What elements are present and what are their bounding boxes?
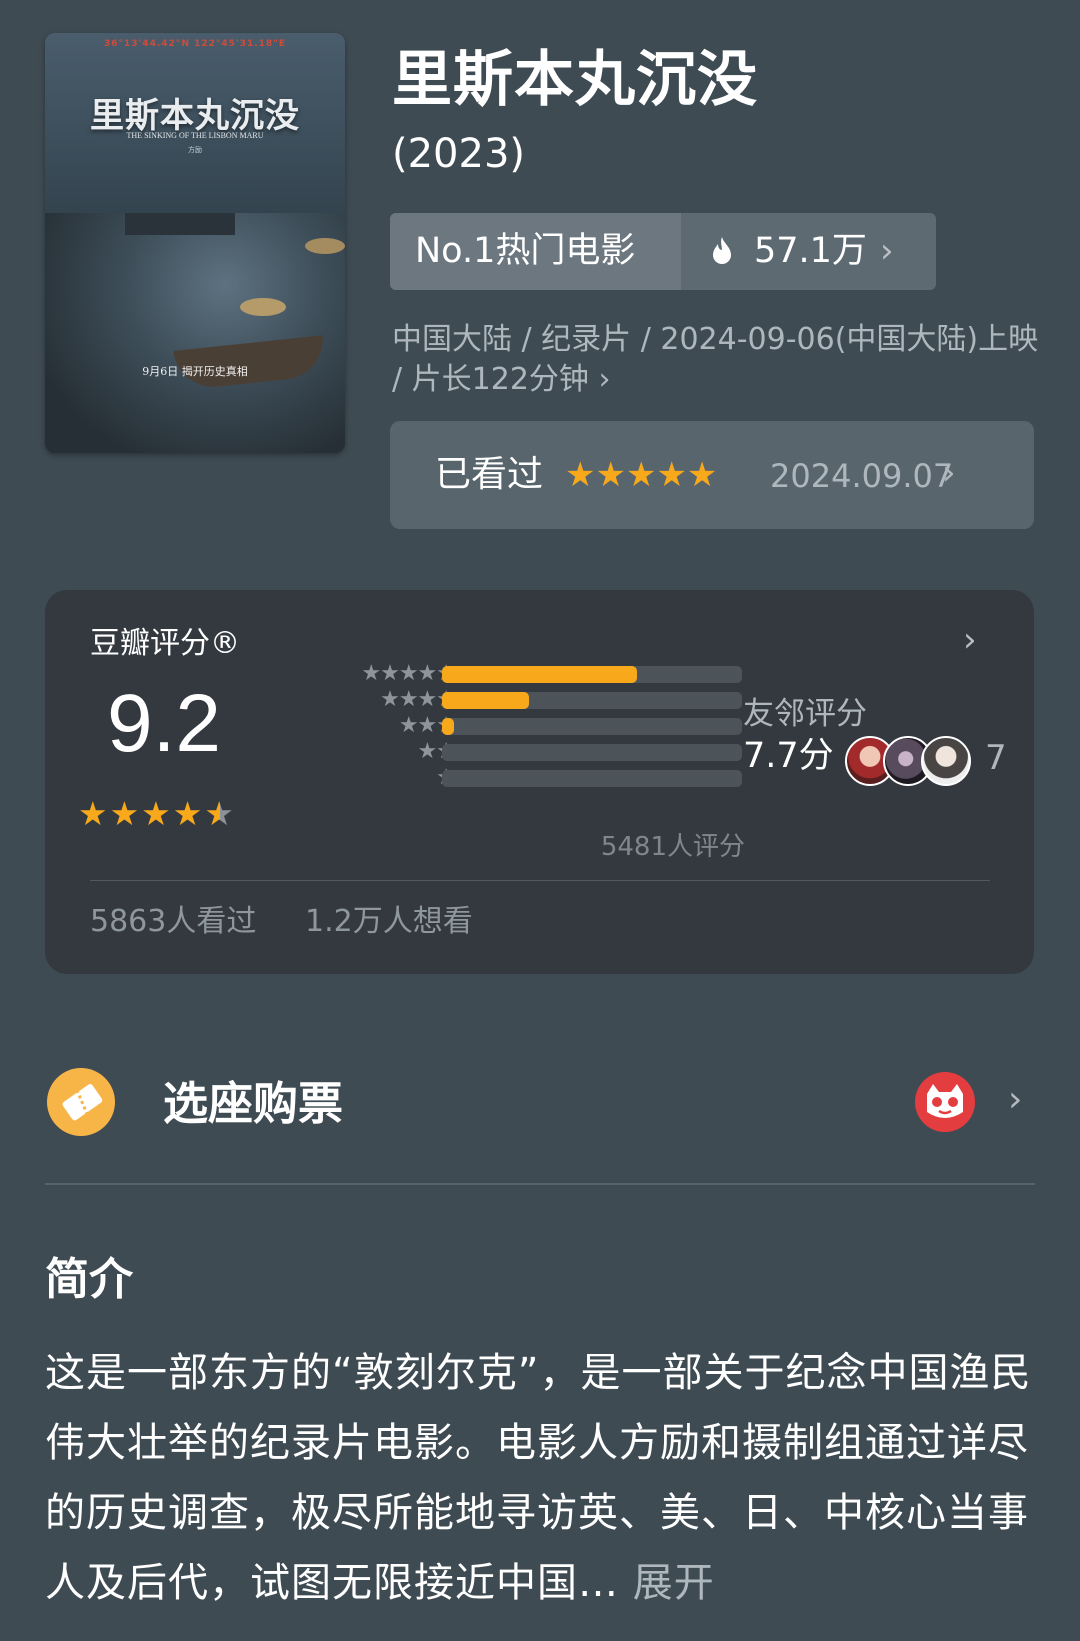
watched-label: 已看过 bbox=[435, 454, 544, 495]
douban-rating-card[interactable]: 豆瓣评分® › 9.2 ★★★★★ ★★★★★★★★★★★★★★★ 5481人评… bbox=[45, 590, 1034, 974]
chevron-right-icon: › bbox=[880, 231, 894, 271]
poster-director: 方励 bbox=[188, 146, 202, 154]
rating-bar-track bbox=[442, 744, 742, 761]
want-count[interactable]: 1.2万人想看 bbox=[305, 892, 473, 952]
intro-title: 简介 bbox=[45, 1254, 133, 1305]
poster-title: 里斯本丸沉没 bbox=[90, 96, 300, 136]
movie-year: (2023) bbox=[392, 131, 526, 177]
seen-count[interactable]: 5863人看过 bbox=[90, 892, 256, 952]
rating-bar-row: ★ bbox=[255, 766, 755, 790]
friend-rating-count: 7 bbox=[985, 738, 1007, 778]
rating-bar-track bbox=[442, 692, 742, 709]
expand-link[interactable]: 展开 bbox=[619, 1560, 715, 1606]
rating-bar-fill bbox=[442, 718, 454, 735]
movie-title: 里斯本丸沉没 bbox=[392, 45, 758, 115]
movie-poster[interactable]: 36°13'44.42"N 122°45'31.18"E 里斯本丸沉没 THE … bbox=[45, 33, 345, 453]
hot-count: 57.1万 bbox=[754, 231, 867, 271]
hot-ranking-chip[interactable]: No.1热门电影 57.1万 › bbox=[390, 213, 936, 290]
poster-ship bbox=[125, 213, 235, 235]
rating-bar-row: ★★★★★ bbox=[255, 662, 755, 686]
chevron-right-icon: › bbox=[598, 362, 611, 397]
friend-rating-score: 7.7分 bbox=[743, 736, 834, 776]
divider bbox=[90, 880, 990, 881]
rating-bar-row: ★★★★ bbox=[255, 688, 755, 712]
fire-icon bbox=[713, 237, 731, 264]
rating-star-half: ★ bbox=[204, 794, 236, 833]
rating-bar-fill bbox=[442, 692, 529, 709]
watched-status-button[interactable]: 已看过 ★★★★★ 2024.09.07 › bbox=[390, 421, 1034, 529]
poster-coordinates: 36°13'44.42"N 122°45'31.18"E bbox=[104, 39, 286, 49]
avatar bbox=[921, 736, 971, 786]
poster-subtitle: THE SINKING OF THE LISBON MARU bbox=[126, 131, 264, 140]
rating-count: 5481人评分 bbox=[600, 832, 745, 862]
rating-bar-row: ★★★ bbox=[255, 714, 755, 738]
maoyan-cat-icon[interactable] bbox=[915, 1072, 975, 1132]
chevron-right-icon[interactable]: › bbox=[963, 620, 977, 660]
movie-meta-text: 中国大陆 / 纪录片 / 2024-09-06(中国大陆)上映 / 片长122分… bbox=[392, 322, 1039, 397]
poster-figure bbox=[305, 238, 345, 254]
poster-credits bbox=[61, 385, 329, 435]
hot-ranking-label: No.1热门电影 bbox=[415, 231, 636, 271]
poster-figure bbox=[240, 298, 286, 316]
rating-bar-track bbox=[442, 770, 742, 787]
intro-body: 这是一部东方的“敦刻尔克”，是一部关于纪念中国渔民伟大壮举的纪录片电影。电影人方… bbox=[45, 1350, 1032, 1606]
rating-bar-track bbox=[442, 666, 742, 683]
poster-tagline: 9月6日 揭开历史真相 bbox=[142, 365, 248, 378]
rating-bar-fill bbox=[442, 666, 637, 683]
intro-text: 这是一部东方的“敦刻尔克”，是一部关于纪念中国渔民伟大壮举的纪录片电影。电影人方… bbox=[45, 1338, 1040, 1618]
rating-stars: ★★★★★ bbox=[78, 796, 236, 832]
rating-bar-row: ★★ bbox=[255, 740, 755, 764]
ticket-icon bbox=[47, 1068, 115, 1136]
buy-ticket-button[interactable]: 选座购票 bbox=[163, 1075, 343, 1133]
watched-date: 2024.09.07 bbox=[770, 457, 954, 495]
chevron-right-icon[interactable]: › bbox=[1008, 1078, 1022, 1122]
chevron-right-icon: › bbox=[942, 453, 956, 493]
movie-meta[interactable]: 中国大陆 / 纪录片 / 2024-09-06(中国大陆)上映 / 片长122分… bbox=[392, 320, 1042, 400]
my-rating-stars: ★★★★★ bbox=[565, 455, 718, 495]
rating-bar-stars: ★★★★★ bbox=[361, 661, 456, 686]
friend-rating-label: 友邻评分 bbox=[743, 696, 867, 732]
rating-stars-filled: ★★★★ bbox=[78, 794, 205, 833]
rating-title: 豆瓣评分® bbox=[90, 626, 240, 661]
rating-score: 9.2 bbox=[107, 678, 221, 769]
divider bbox=[45, 1183, 1035, 1185]
rating-bar-track bbox=[442, 718, 742, 735]
